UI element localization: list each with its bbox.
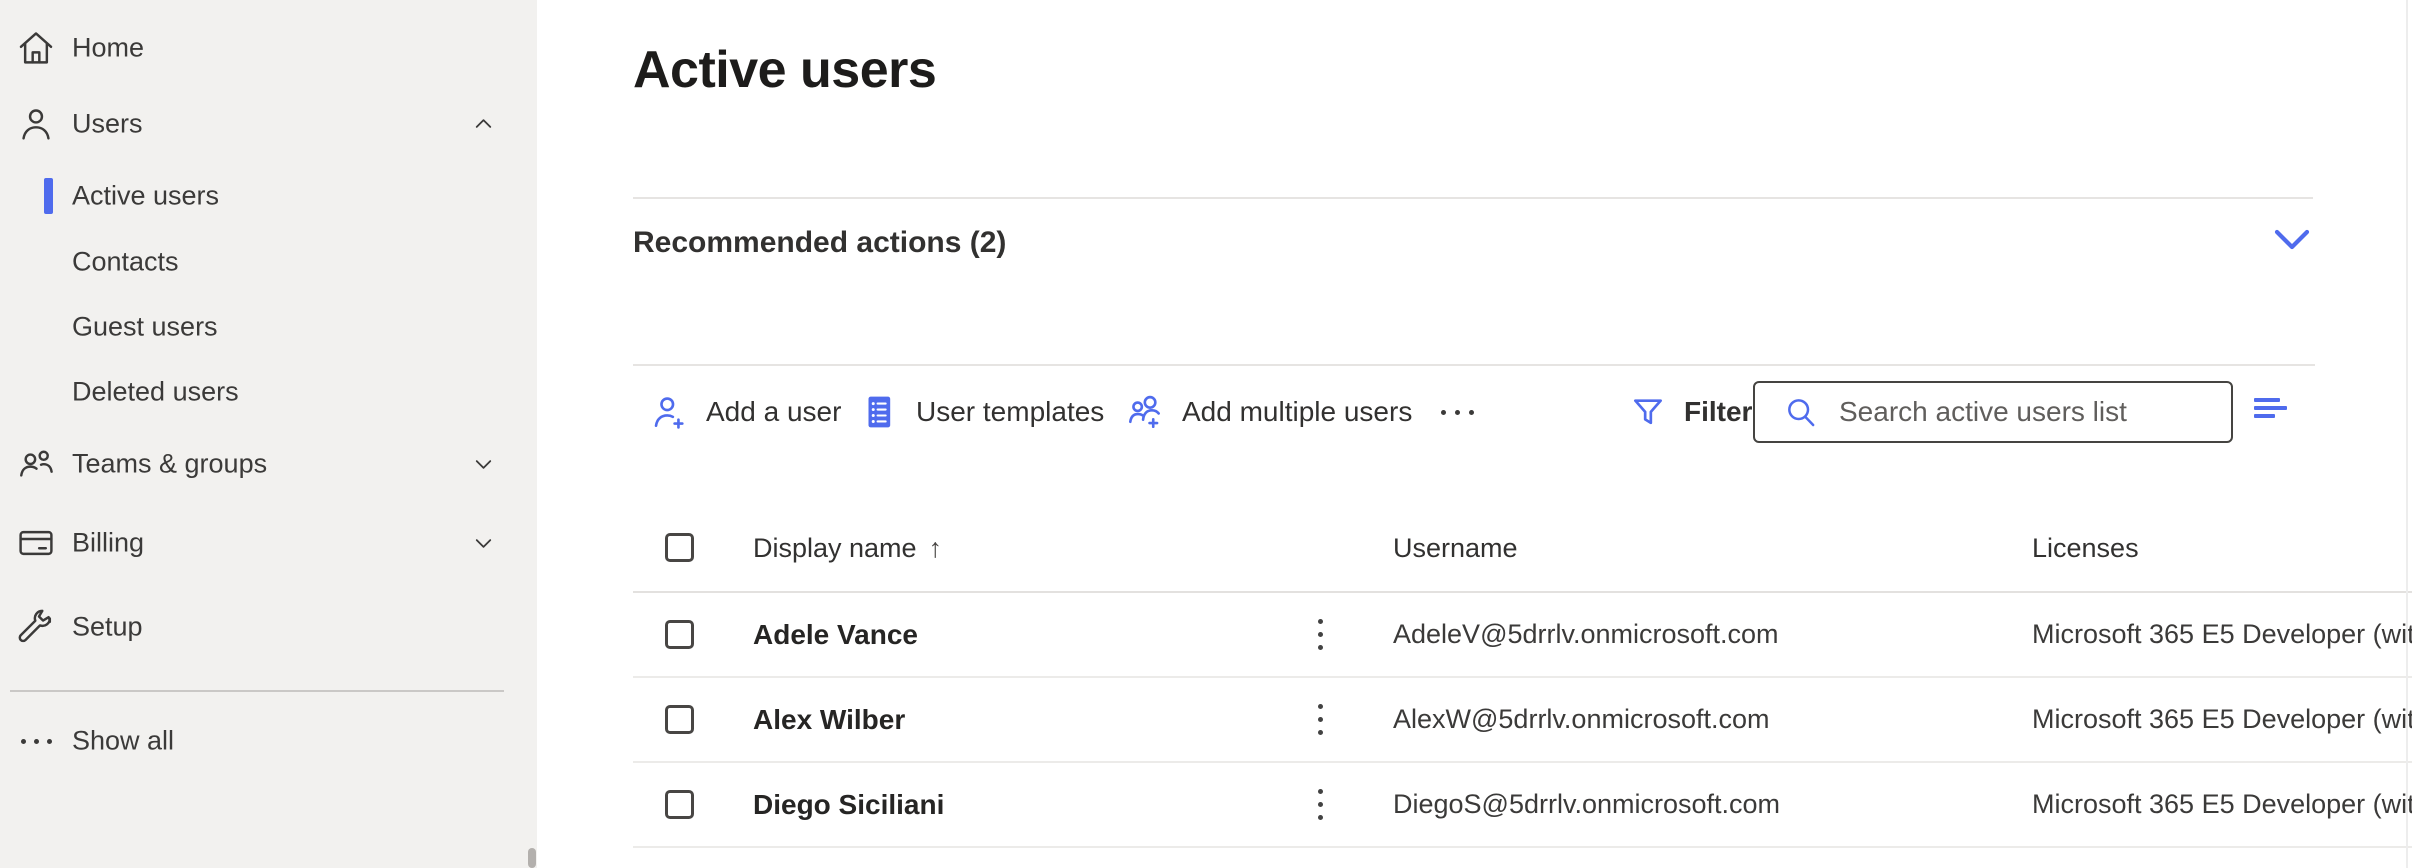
kebab-menu-icon[interactable] [1318,704,1323,735]
select-all-checkbox[interactable] [665,533,694,562]
sort-lines-icon[interactable] [2254,398,2287,422]
row-checkbox[interactable] [665,705,694,734]
people-add-icon [1124,391,1166,433]
add-user-label: Add a user [706,396,841,428]
kebab-menu-icon[interactable] [1318,619,1323,650]
filter-button[interactable]: Filter [1628,384,1752,440]
recommended-actions-label: Recommended actions (2) [633,226,1006,259]
sort-ascending-arrow: ↑ [929,533,943,564]
home-icon [13,25,59,71]
user-licenses: Microsoft 365 E5 Developer (withou [2032,789,2412,820]
table-header-row: Display name ↑ Username Licenses [633,531,2412,593]
sidebar-item-label: Contacts [72,247,179,278]
user-username: AlexW@5drrlv.onmicrosoft.com [1393,704,1769,735]
table-row[interactable]: Alex Wilber AlexW@5drrlv.onmicrosoft.com… [633,678,2412,763]
recommended-actions-header[interactable]: Recommended actions (2) [633,226,2313,264]
sidebar-item-label: Deleted users [72,377,239,408]
add-multiple-users-label: Add multiple users [1182,396,1412,428]
chevron-down-icon[interactable] [2273,228,2311,252]
user-licenses: Microsoft 365 E5 Developer (withou [2032,704,2412,735]
user-icon [13,101,59,147]
row-checkbox[interactable] [665,790,694,819]
sidebar-item-billing[interactable]: Billing [0,515,537,571]
page-scrollbar-track [2406,0,2408,868]
sidebar-item-home[interactable]: Home [0,20,537,76]
user-templates-button[interactable]: User templates [858,384,1104,440]
user-display-name[interactable]: Adele Vance [753,619,918,651]
sidebar-item-label: Users [72,109,143,140]
search-input[interactable] [1839,396,2215,428]
user-username: DiegoS@5drrlv.onmicrosoft.com [1393,789,1780,820]
column-header-display-name[interactable]: Display name [753,533,917,564]
sidebar-item-setup[interactable]: Setup [0,599,537,655]
sidebar-item-label: Active users [72,181,219,212]
add-multiple-users-button[interactable]: Add multiple users [1124,384,1412,440]
chevron-up-icon [470,111,497,138]
sidebar-item-guest-users[interactable]: Guest users [0,299,537,355]
m365-admin-active-users-page: { "colors": { "accent": "#4f6bed", "side… [0,0,2412,868]
wrench-icon [13,604,59,650]
person-add-icon [648,391,690,433]
filter-funnel-icon [1628,392,1668,432]
user-username: AdeleV@5drrlv.onmicrosoft.com [1393,619,1779,650]
chevron-down-icon [470,530,497,557]
table-row[interactable]: Diego Siciliani DiegoS@5drrlv.onmicrosof… [633,763,2412,848]
kebab-menu-icon[interactable] [1318,789,1323,820]
sidebar-scrollbar-thumb[interactable] [528,848,536,868]
sidebar-item-label: Setup [72,612,143,643]
selected-indicator [44,178,53,214]
search-box [1753,381,2233,443]
sidebar-item-label: Billing [72,528,144,559]
sidebar-item-show-all[interactable]: Show all [0,713,537,769]
sidebar-item-teams-groups[interactable]: Teams & groups [0,436,537,492]
user-templates-icon [858,391,900,433]
sidebar-item-label: Show all [72,726,174,757]
user-licenses: Microsoft 365 E5 Developer (withou [2032,619,2412,650]
column-header-username[interactable]: Username [1393,533,1518,564]
section-divider [633,197,2313,199]
user-templates-label: User templates [916,396,1104,428]
table-row[interactable]: Adele Vance AdeleV@5drrlv.onmicrosoft.co… [633,593,2412,678]
people-icon [13,441,59,487]
sidebar-item-label: Guest users [72,312,218,343]
search-icon [1781,392,1821,432]
column-header-licenses[interactable]: Licenses [2032,533,2139,564]
sidebar-item-label: Teams & groups [72,449,267,480]
chevron-down-icon [470,451,497,478]
sidebar-item-contacts[interactable]: Contacts [0,234,537,290]
user-display-name[interactable]: Alex Wilber [753,704,905,736]
more-actions-icon[interactable] [1441,384,1474,440]
sidebar-divider [10,690,504,692]
row-checkbox[interactable] [665,620,694,649]
section-divider [633,364,2315,366]
sidebar-item-deleted-users[interactable]: Deleted users [0,364,537,420]
sidebar-item-label: Home [72,33,144,64]
sidebar-item-users[interactable]: Users [0,96,537,152]
ellipsis-icon [13,718,59,764]
page-title: Active users [633,40,936,100]
user-display-name[interactable]: Diego Siciliani [753,789,944,821]
sidebar-item-active-users[interactable]: Active users [0,168,537,224]
filter-label: Filter [1684,396,1752,428]
add-user-button[interactable]: Add a user [648,384,841,440]
sidebar: Home Users Active users Contacts Guest u… [0,0,537,868]
billing-card-icon [13,520,59,566]
